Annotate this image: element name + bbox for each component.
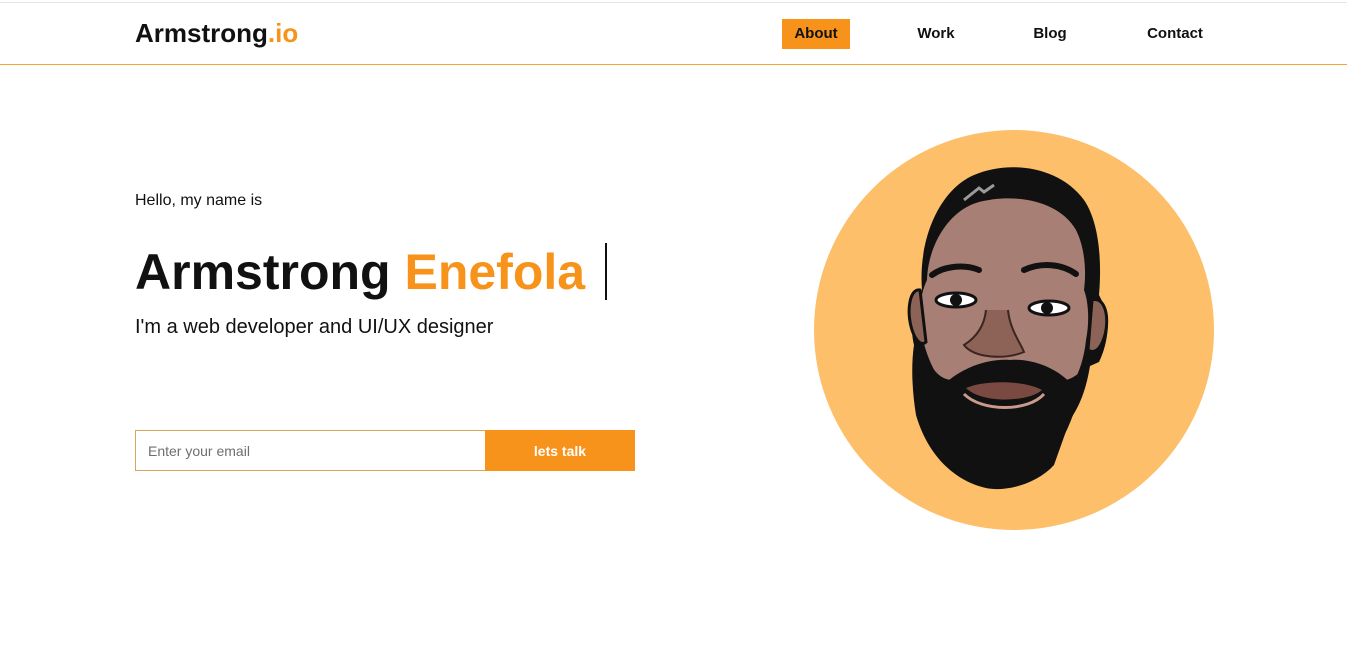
avatar (814, 130, 1214, 530)
nav-item-about[interactable]: About (782, 19, 850, 49)
brand-name: Armstrong (135, 18, 268, 48)
navbar: Armstrong.io About Work Blog Contact (0, 3, 1347, 65)
hero-name: Armstrong Enefola (135, 241, 585, 303)
nav-item-blog[interactable]: Blog (1024, 19, 1076, 49)
brand-logo[interactable]: Armstrong.io (135, 18, 298, 49)
hero-tagline: I'm a web developer and UI/UX designer (135, 316, 494, 338)
email-input[interactable] (135, 430, 486, 471)
hero-last-name: Enefola (404, 244, 586, 300)
nav-item-contact[interactable]: Contact (1138, 19, 1212, 49)
typing-caret (605, 243, 607, 300)
cartoon-portrait-avatar-icon (814, 130, 1214, 530)
lets-talk-button[interactable]: lets talk (485, 430, 635, 471)
nav-item-work[interactable]: Work (908, 19, 964, 49)
contact-form: lets talk (135, 430, 635, 471)
hero-first-name: Armstrong (135, 244, 391, 300)
hero-greeting: Hello, my name is (135, 192, 263, 209)
brand-suffix: .io (267, 18, 299, 48)
